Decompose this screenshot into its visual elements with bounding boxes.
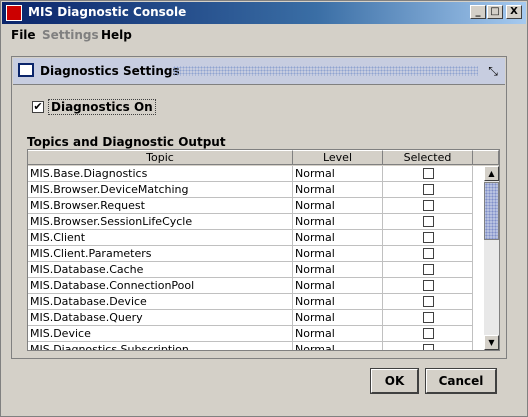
level-cell[interactable]: Normal [293,262,383,278]
selected-checkbox[interactable] [423,328,434,339]
topic-cell: MIS.Diagnostics.Subscription [28,342,293,350]
selected-cell [383,166,473,182]
selected-cell [383,262,473,278]
menu-bar: File Settings Help [2,25,526,45]
column-header-topic[interactable]: Topic [28,150,293,165]
table-header: Topic Level Selected [28,150,499,166]
scroll-down-button[interactable]: ▼ [484,335,499,350]
menu-help[interactable]: Help [101,28,132,42]
table-row[interactable]: MIS.Database.Device Normal [28,294,473,310]
table-row[interactable]: MIS.Browser.DeviceMatching Normal [28,182,473,198]
topic-cell: MIS.Database.ConnectionPool [28,278,293,294]
table-row[interactable]: MIS.Base.Diagnostics Normal [28,166,473,182]
window-title: MIS Diagnostic Console [28,5,187,19]
table-row[interactable]: MIS.Database.ConnectionPool Normal [28,278,473,294]
selected-cell [383,230,473,246]
selected-checkbox[interactable] [423,248,434,259]
panel-header: Diagnostics Settings ⤡ [13,58,505,85]
selected-checkbox[interactable] [423,184,434,195]
topic-cell: MIS.Database.Device [28,294,293,310]
header-pattern [173,66,478,76]
level-cell[interactable]: Normal [293,278,383,294]
selected-cell [383,182,473,198]
menu-file[interactable]: File [11,28,36,42]
table-row[interactable]: MIS.Database.Cache Normal [28,262,473,278]
section-label: Topics and Diagnostic Output [27,135,226,149]
topic-cell: MIS.Client.Parameters [28,246,293,262]
topic-cell: MIS.Database.Cache [28,262,293,278]
selected-checkbox[interactable] [423,216,434,227]
level-cell[interactable]: Normal [293,246,383,262]
menu-settings: Settings [42,28,99,42]
ok-button[interactable]: OK [370,368,419,394]
selected-checkbox[interactable] [423,296,434,307]
selected-cell [383,214,473,230]
level-cell[interactable]: Normal [293,310,383,326]
level-cell[interactable]: Normal [293,342,383,350]
main-window: MIS Diagnostic Console _ □ X File Settin… [0,0,528,417]
title-bar[interactable]: MIS Diagnostic Console _ □ X [2,2,526,24]
panel-title: Diagnostics Settings [40,64,180,78]
selected-checkbox[interactable] [423,264,434,275]
table-row[interactable]: MIS.Client.Parameters Normal [28,246,473,262]
scroll-thumb[interactable] [484,182,499,240]
level-cell[interactable]: Normal [293,198,383,214]
selected-cell [383,342,473,350]
topic-cell: MIS.Device [28,326,293,342]
level-cell[interactable]: Normal [293,166,383,182]
restore-icon[interactable]: ⤡ [485,63,501,79]
table-row[interactable]: MIS.Browser.SessionLifeCycle Normal [28,214,473,230]
diagnostics-settings-panel: Diagnostics Settings ⤡ ✔ Diagnostics On … [11,56,507,359]
selected-checkbox[interactable] [423,168,434,179]
selected-cell [383,198,473,214]
topic-cell: MIS.Base.Diagnostics [28,166,293,182]
selected-cell [383,310,473,326]
cancel-button[interactable]: Cancel [425,368,497,394]
checkbox-box[interactable]: ✔ [32,101,44,113]
table-row[interactable]: MIS.Client Normal [28,230,473,246]
level-cell[interactable]: Normal [293,294,383,310]
selected-checkbox[interactable] [423,200,434,211]
level-cell[interactable]: Normal [293,230,383,246]
vertical-scrollbar[interactable]: ▲ ▼ [484,166,499,350]
level-cell[interactable]: Normal [293,326,383,342]
minimize-button[interactable]: _ [470,5,486,19]
selected-checkbox[interactable] [423,280,434,291]
selected-cell [383,326,473,342]
table-row[interactable]: MIS.Diagnostics.Subscription Normal [28,342,473,350]
topic-cell: MIS.Browser.Request [28,198,293,214]
maximize-button[interactable]: □ [487,5,503,19]
selected-checkbox[interactable] [423,344,434,350]
table-row[interactable]: MIS.Database.Query Normal [28,310,473,326]
selected-checkbox[interactable] [423,232,434,243]
header-corner [473,150,499,165]
window-icon [18,63,34,77]
topic-cell: MIS.Browser.SessionLifeCycle [28,214,293,230]
level-cell[interactable]: Normal [293,214,383,230]
close-button[interactable]: X [506,5,522,19]
selected-cell [383,294,473,310]
selected-cell [383,278,473,294]
selected-checkbox[interactable] [423,312,434,323]
scroll-up-button[interactable]: ▲ [484,166,499,181]
topic-cell: MIS.Client [28,230,293,246]
column-header-selected[interactable]: Selected [383,150,473,165]
topics-table: Topic Level Selected MIS.Base.Diagnostic… [27,149,500,351]
selected-cell [383,246,473,262]
table-row[interactable]: MIS.Device Normal [28,326,473,342]
topic-cell: MIS.Database.Query [28,310,293,326]
table-row[interactable]: MIS.Browser.Request Normal [28,198,473,214]
checkbox-label[interactable]: Diagnostics On [48,99,156,115]
app-icon [6,5,22,21]
column-header-level[interactable]: Level [293,150,383,165]
level-cell[interactable]: Normal [293,182,383,198]
table-body: MIS.Base.Diagnostics Normal MIS.Browser.De… [28,166,473,350]
topic-cell: MIS.Browser.DeviceMatching [28,182,293,198]
